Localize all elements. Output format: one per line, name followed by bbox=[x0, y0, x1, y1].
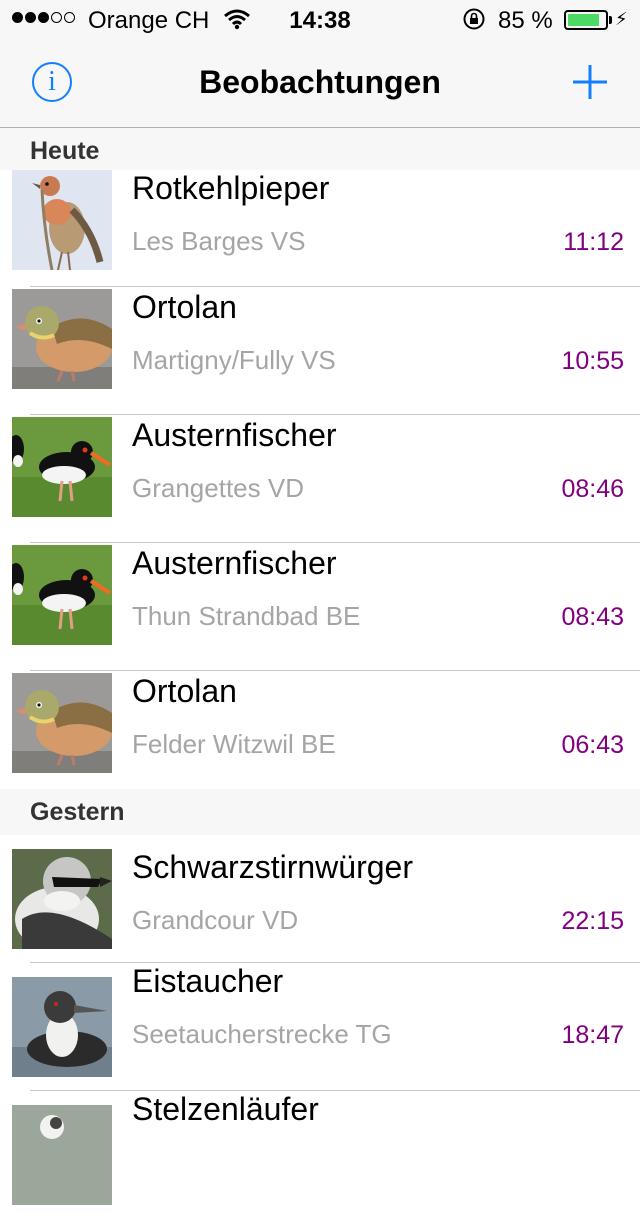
observation-time: 08:43 bbox=[561, 603, 624, 631]
bird-photo bbox=[12, 289, 112, 389]
list-item[interactable]: Schwarzstirnwürger Grandcour VD 22:15 bbox=[0, 849, 640, 963]
charging-bolt-icon: ⚡ bbox=[615, 9, 628, 29]
location-name: Grangettes VD bbox=[132, 473, 304, 503]
species-name: Rotkehlpieper bbox=[132, 170, 330, 206]
species-name: Ortolan bbox=[132, 673, 237, 709]
list-item[interactable]: Austernfischer Grangettes VD 08:46 bbox=[0, 415, 640, 543]
battery-tip bbox=[609, 16, 612, 24]
section-header-heute: Heute bbox=[0, 128, 640, 174]
battery-percentage: 85 % bbox=[498, 7, 553, 34]
observation-time: 11:12 bbox=[563, 228, 624, 256]
species-name: Schwarzstirnwürger bbox=[132, 849, 413, 885]
location-name: Les Barges VS bbox=[132, 226, 306, 256]
observation-list[interactable]: Heute Rotkehlpieper Les Barges VS 11:12 bbox=[0, 128, 640, 1219]
plus-icon bbox=[573, 65, 607, 99]
section-header-gestern: Gestern bbox=[0, 789, 640, 835]
species-name: Stelzenläufer bbox=[132, 1091, 319, 1127]
location-name: Felder Witzwil BE bbox=[132, 729, 336, 759]
list-item[interactable]: Eistaucher Seetaucherstrecke TG 18:47 bbox=[0, 963, 640, 1091]
add-observation-button[interactable] bbox=[570, 62, 610, 102]
location-name: Grandcour VD bbox=[132, 905, 299, 935]
observation-time: 22:15 bbox=[561, 907, 624, 935]
observation-time: 10:55 bbox=[561, 347, 624, 375]
battery-icon bbox=[564, 10, 608, 30]
species-name: Ortolan bbox=[132, 289, 237, 325]
bird-photo bbox=[12, 545, 112, 645]
bird-photo bbox=[12, 170, 112, 270]
bird-photo bbox=[12, 417, 112, 517]
rotation-lock-icon bbox=[462, 7, 486, 38]
species-name: Eistaucher bbox=[132, 963, 284, 999]
navigation-bar: i Beobachtungen bbox=[0, 40, 640, 128]
bird-photo bbox=[12, 1105, 112, 1205]
status-bar: Orange CH 14:38 85 % ⚡ bbox=[0, 0, 640, 40]
bird-photo bbox=[12, 977, 112, 1077]
location-name: Martigny/Fully VS bbox=[132, 345, 336, 375]
location-name: Thun Strandbad BE bbox=[132, 601, 361, 631]
list-item[interactable]: Rotkehlpieper Les Barges VS 11:12 bbox=[0, 170, 640, 287]
bird-photo bbox=[12, 673, 112, 773]
list-item[interactable]: Stelzenläufer bbox=[0, 1091, 640, 1219]
page-title: Beobachtungen bbox=[199, 64, 441, 100]
observation-time: 06:43 bbox=[561, 731, 624, 759]
list-item[interactable]: Austernfischer Thun Strandbad BE 08:43 bbox=[0, 543, 640, 671]
observation-time: 08:46 bbox=[561, 475, 624, 503]
list-item[interactable]: Ortolan Felder Witzwil BE 06:43 bbox=[0, 671, 640, 789]
species-name: Austernfischer bbox=[132, 545, 337, 581]
list-item[interactable]: Ortolan Martigny/Fully VS 10:55 bbox=[0, 287, 640, 415]
species-name: Austernfischer bbox=[132, 417, 337, 453]
bird-photo bbox=[12, 849, 112, 949]
observation-time: 18:47 bbox=[561, 1021, 624, 1049]
location-name: Seetaucherstrecke TG bbox=[132, 1019, 392, 1049]
